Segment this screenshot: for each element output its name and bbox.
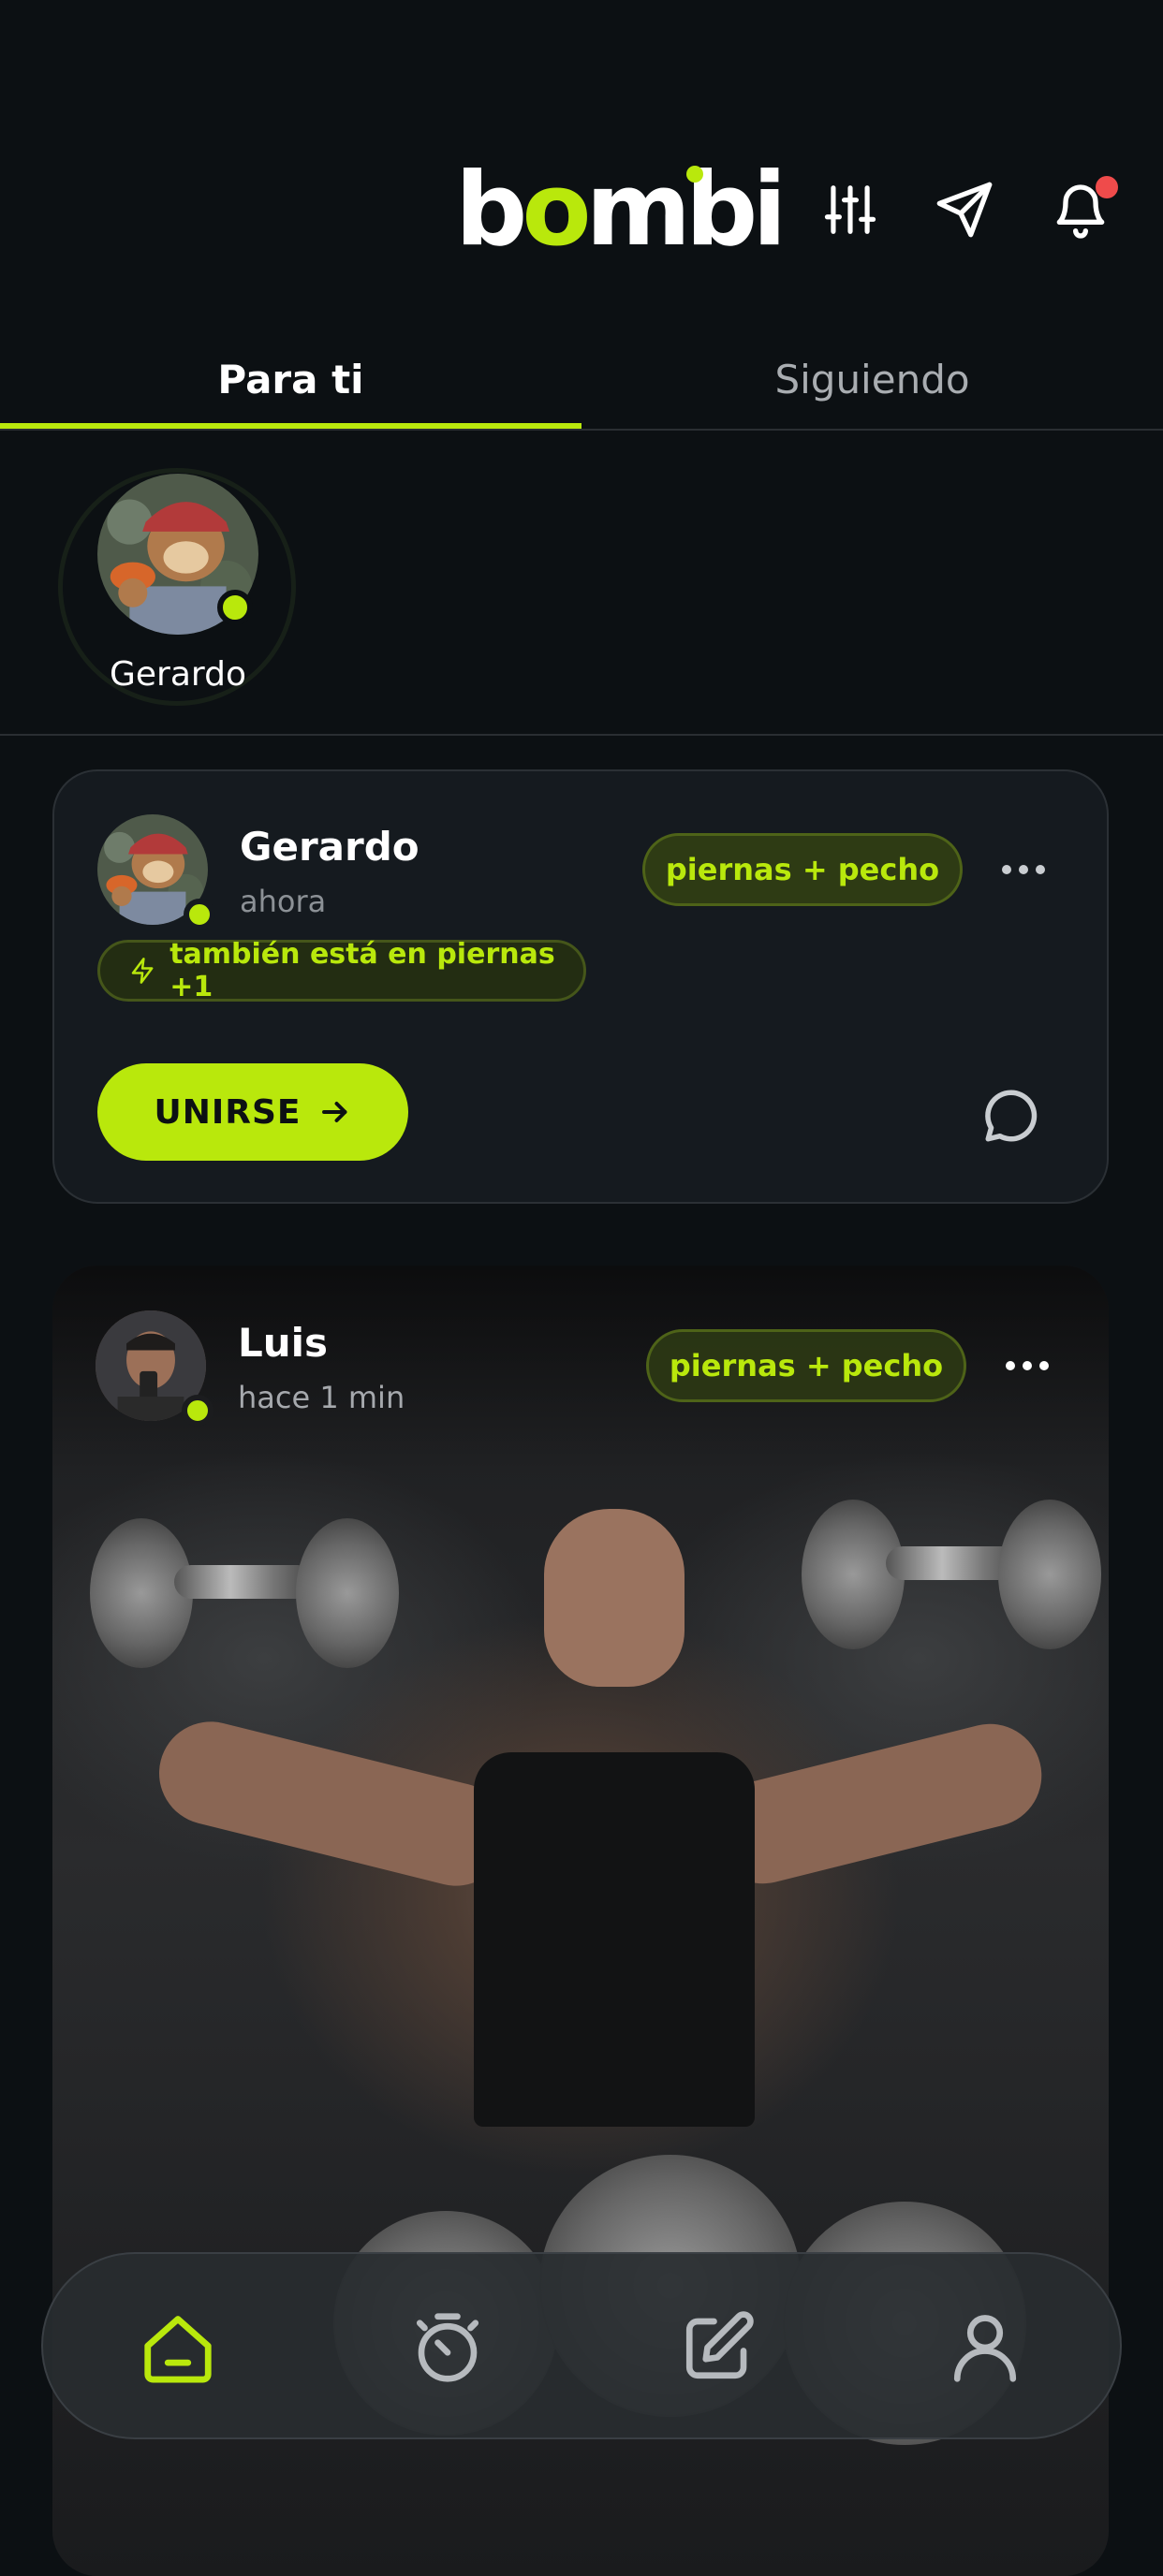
online-indicator: [184, 899, 215, 930]
online-indicator: [182, 1395, 213, 1427]
app-logo: bombi: [455, 152, 787, 269]
logo-accent-dot: [686, 166, 703, 183]
post-timestamp: ahora: [240, 884, 327, 919]
section-divider: [0, 734, 1163, 736]
story-name: Gerardo: [110, 655, 246, 694]
lightning-icon: [131, 958, 154, 984]
comment-icon[interactable]: [978, 1082, 1045, 1149]
also-training-badge: también está en piernas +1: [97, 938, 586, 1003]
online-indicator: [217, 590, 253, 625]
workout-tag-label: piernas + pecho: [665, 852, 940, 887]
send-icon[interactable]: [933, 178, 996, 242]
badge-label: también está en piernas +1: [169, 938, 555, 1003]
more-options-icon[interactable]: [1002, 865, 1045, 874]
join-button[interactable]: UNIRSE: [97, 1063, 408, 1161]
arrow-right-icon: [321, 1102, 346, 1122]
workout-tag-label: piernas + pecho: [669, 1348, 944, 1383]
tab-divider: [0, 429, 1163, 431]
tab-siguiendo[interactable]: Siguiendo: [582, 328, 1163, 431]
post-timestamp: hace 1 min: [238, 1380, 405, 1415]
home-icon[interactable]: [133, 2303, 223, 2393]
notification-badge: [1096, 176, 1118, 198]
edit-icon[interactable]: [672, 2303, 762, 2393]
tab-para-ti[interactable]: Para ti: [0, 328, 582, 431]
tab-label: Para ti: [217, 356, 364, 402]
workout-tag[interactable]: piernas + pecho: [642, 833, 963, 906]
filter-sliders-icon[interactable]: [818, 178, 882, 242]
profile-icon[interactable]: [940, 2303, 1030, 2393]
tab-label: Siguiendo: [774, 356, 970, 402]
timer-icon[interactable]: [403, 2303, 493, 2393]
join-button-label: UNIRSE: [154, 1092, 302, 1132]
post-username[interactable]: Gerardo: [240, 824, 420, 870]
workout-tag[interactable]: piernas + pecho: [646, 1329, 966, 1402]
more-options-icon[interactable]: [1006, 1361, 1049, 1370]
post-username[interactable]: Luis: [238, 1320, 328, 1366]
